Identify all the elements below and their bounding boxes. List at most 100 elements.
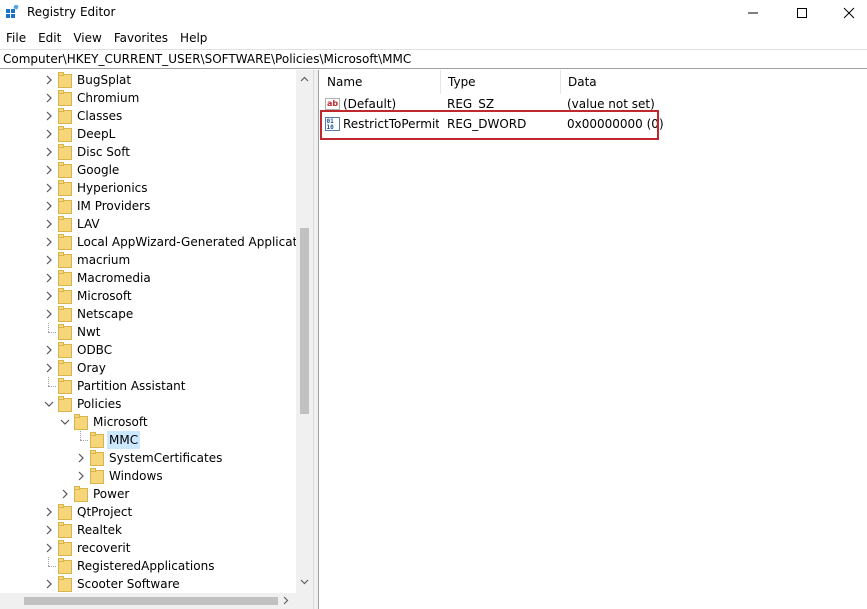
tree-item[interactable]: recoverit [0, 539, 296, 557]
address-bar[interactable]: Computer\HKEY_CURRENT_USER\SOFTWARE\Poli… [0, 49, 867, 69]
folder-icon [58, 396, 72, 412]
tree-item-label: DeepL [77, 127, 116, 141]
tree-item[interactable]: IM Providers [0, 197, 296, 215]
chevron-right-icon[interactable] [44, 579, 54, 589]
chevron-right-icon[interactable] [44, 93, 54, 103]
tree-item[interactable]: Hyperionics [0, 179, 296, 197]
tree-item-label: Microsoft [93, 415, 148, 429]
menu-favorites[interactable]: Favorites [108, 28, 174, 48]
chevron-down-icon[interactable] [60, 417, 70, 427]
chevron-right-icon[interactable] [44, 129, 54, 139]
tree-item[interactable]: Oray [0, 359, 296, 377]
maximize-icon [797, 8, 807, 18]
chevron-right-icon[interactable] [44, 165, 54, 175]
chevron-right-icon[interactable] [60, 489, 70, 499]
chevron-right-icon[interactable] [44, 543, 54, 553]
menu-file[interactable]: File [0, 28, 32, 48]
tree-item[interactable]: Classes [0, 107, 296, 125]
scroll-up-arrow-icon[interactable] [300, 76, 309, 82]
tree-horizontal-scrollbar[interactable] [0, 593, 296, 609]
tree-item[interactable]: Windows [0, 467, 296, 485]
folder-icon [74, 486, 88, 502]
folder-icon [58, 126, 72, 142]
scroll-right-arrow-icon[interactable] [283, 596, 289, 605]
tree-item[interactable]: Disc Soft [0, 143, 296, 161]
tree-item[interactable]: Local AppWizard-Generated Applications [0, 233, 313, 251]
chevron-right-icon[interactable] [44, 183, 54, 193]
chevron-right-icon[interactable] [44, 363, 54, 373]
tree-item[interactable]: Policies [0, 395, 296, 413]
tree-item[interactable]: SystemCertificates [0, 449, 296, 467]
tree-item[interactable]: MMC [0, 431, 296, 449]
tree-item[interactable]: Macromedia [0, 269, 296, 287]
tree-item-label: QtProject [77, 505, 133, 519]
chevron-right-icon[interactable] [44, 75, 54, 85]
tree-item[interactable]: Microsoft [0, 413, 296, 431]
chevron-right-icon[interactable] [44, 201, 54, 211]
tree-item[interactable]: macrium [0, 251, 296, 269]
tree-item-label: Classes [77, 109, 123, 123]
folder-icon [58, 378, 72, 394]
chevron-right-icon[interactable] [44, 507, 54, 517]
chevron-right-icon[interactable] [44, 525, 54, 535]
close-button[interactable] [826, 0, 867, 26]
tree-item[interactable]: Microsoft [0, 287, 296, 305]
chevron-right-icon[interactable] [76, 471, 86, 481]
tree-item[interactable]: Google [0, 161, 296, 179]
maximize-button[interactable] [779, 0, 825, 26]
minimize-button[interactable] [730, 0, 776, 26]
tree-item[interactable]: LAV [0, 215, 296, 233]
chevron-down-icon[interactable] [44, 399, 54, 409]
tree-item-label: IM Providers [77, 199, 151, 213]
chevron-right-icon[interactable] [44, 111, 54, 121]
tree-item[interactable]: Realtek [0, 521, 296, 539]
tree-item-label: ODBC [77, 343, 113, 357]
folder-icon [90, 450, 104, 466]
chevron-right-icon[interactable] [44, 219, 54, 229]
column-header-data[interactable]: Data [560, 70, 860, 94]
tree-item[interactable]: Partition Assistant [0, 377, 296, 395]
tree-item[interactable]: Chromium [0, 89, 296, 107]
folder-icon [58, 324, 72, 340]
scrollbar-corner [296, 593, 313, 609]
tree-item[interactable]: Netscape [0, 305, 296, 323]
chevron-right-icon[interactable] [44, 291, 54, 301]
tree-vertical-scrollbar[interactable] [296, 70, 313, 593]
chevron-right-icon[interactable] [76, 453, 86, 463]
svg-text:ab: ab [327, 99, 338, 108]
chevron-right-icon[interactable] [44, 255, 54, 265]
menu-help[interactable]: Help [174, 28, 213, 48]
tree-item[interactable]: DeepL [0, 125, 296, 143]
tree-item[interactable]: ODBC [0, 341, 296, 359]
chevron-right-icon[interactable] [44, 273, 54, 283]
chevron-right-icon[interactable] [44, 345, 54, 355]
tree-item-label: MMC [107, 431, 141, 449]
tree-item-label: Realtek [77, 523, 122, 537]
tree-item[interactable]: Scooter Software [0, 575, 296, 593]
folder-icon [58, 522, 72, 538]
tree-connector-line [48, 386, 56, 387]
tree-item[interactable]: Nwt [0, 323, 296, 341]
folder-icon [58, 270, 72, 286]
highlight-annotation-box [320, 110, 659, 140]
tree-item[interactable]: RegisteredApplications [0, 557, 296, 575]
scroll-down-arrow-icon[interactable] [300, 579, 309, 585]
chevron-right-icon[interactable] [44, 237, 54, 247]
tree-item[interactable]: QtProject [0, 503, 296, 521]
tree-item[interactable]: Power [0, 485, 296, 503]
column-header-name[interactable]: Name [319, 70, 440, 94]
column-header-type[interactable]: Type [440, 70, 560, 94]
folder-icon [58, 108, 72, 124]
close-icon [843, 7, 855, 19]
chevron-right-icon[interactable] [44, 147, 54, 157]
menu-edit[interactable]: Edit [32, 28, 67, 48]
menu-view[interactable]: View [67, 28, 107, 48]
chevron-right-icon[interactable] [44, 309, 54, 319]
horizontal-scroll-thumb[interactable] [24, 597, 278, 605]
tree-item[interactable]: BugSplat [0, 71, 296, 89]
tree-item-label: Google [77, 163, 120, 177]
minimize-icon [748, 12, 758, 14]
vertical-scroll-thumb[interactable] [300, 228, 309, 414]
tree-item-label: Oray [77, 361, 106, 375]
folder-icon [90, 468, 104, 484]
